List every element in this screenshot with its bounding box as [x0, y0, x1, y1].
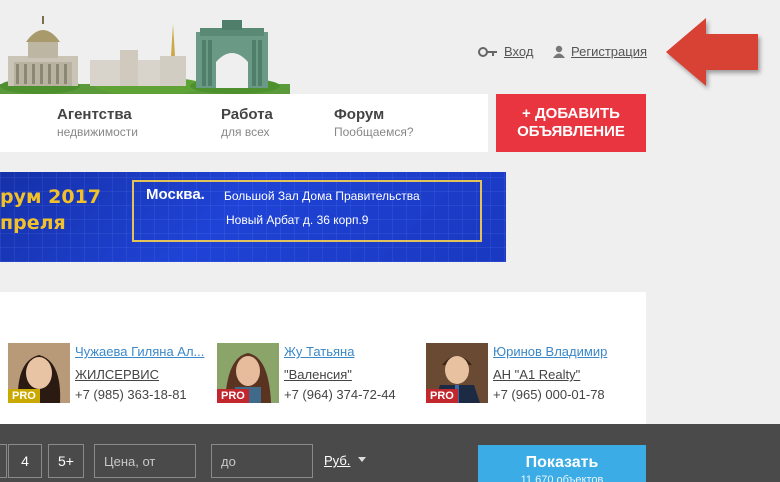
main-nav: Агентства недвижимости Работа для всех Ф…: [0, 94, 488, 152]
show-results-button[interactable]: Показать 11 670 объектов: [478, 445, 646, 482]
price-from-input[interactable]: [94, 444, 196, 478]
nav-title: Форум: [334, 106, 385, 123]
nav-title: Агентства: [57, 106, 132, 123]
user-icon: [553, 45, 565, 58]
banner-title-line1: рум 2017: [0, 186, 102, 208]
nav-item-agencies[interactable]: Агентства недвижимости: [57, 106, 138, 139]
agent-company-link[interactable]: ЖИЛСЕРВИС: [75, 367, 159, 382]
agent-phone: +7 (964) 374-72-44: [284, 387, 396, 402]
agent-phone: +7 (965) 000-01-78: [493, 387, 605, 402]
agent-company-link[interactable]: АН "А1 Realty": [493, 367, 580, 382]
pro-badge: PRO: [426, 389, 458, 403]
agent-avatar[interactable]: PRO: [426, 343, 488, 403]
pro-badge: PRO: [8, 389, 40, 403]
chevron-down-icon[interactable]: [358, 457, 366, 462]
show-results-count: 11 670 объектов: [520, 474, 604, 482]
banner-place: Большой Зал Дома Правительства: [224, 189, 420, 203]
room-option-4[interactable]: 4: [8, 444, 42, 478]
add-listing-button[interactable]: + ДОБАВИТЬ ОБЪЯВЛЕНИЕ: [496, 94, 646, 152]
login-label[interactable]: Вход: [504, 44, 533, 59]
add-listing-line1: + ДОБАВИТЬ: [522, 105, 620, 122]
key-icon: [478, 46, 497, 57]
banner-title-line2: преля: [0, 212, 66, 234]
nav-title: Работа: [221, 106, 273, 123]
register-link[interactable]: Регистрация: [553, 44, 647, 59]
agent-avatar[interactable]: PRO: [8, 343, 70, 403]
forum-banner[interactable]: рум 2017 преля Москва. Большой Зал Дома …: [0, 172, 506, 262]
add-listing-line2: ОБЪЯВЛЕНИЕ: [517, 123, 625, 140]
price-to-input[interactable]: [211, 444, 313, 478]
agent-name-link[interactable]: Чужаева Гиляна Ал...: [75, 344, 215, 359]
search-filter-bar: 4 5+ Руб.: [0, 424, 780, 482]
agent-name-link[interactable]: Юринов Владимир: [493, 344, 633, 359]
arrow-pointer-icon: [666, 18, 758, 86]
agents-panel: PRO Чужаева Гиляна Ал... ЖИЛСЕРВИС +7 (9…: [0, 292, 646, 424]
banner-address: Новый Арбат д. 36 корп.9: [226, 213, 369, 227]
agent-name-link[interactable]: Жу Татьяна: [284, 344, 424, 359]
nav-item-jobs[interactable]: Работа для всех: [221, 106, 273, 139]
room-option-partial[interactable]: [0, 444, 7, 478]
register-label[interactable]: Регистрация: [571, 44, 647, 59]
header-skyline-image: [0, 16, 290, 94]
room-option-5plus[interactable]: 5+: [48, 444, 84, 478]
show-results-label: Показать: [525, 454, 599, 471]
currency-select[interactable]: Руб.: [324, 453, 350, 468]
agent-company-link[interactable]: "Валенсия": [284, 367, 352, 382]
nav-subtitle: для всех: [221, 125, 270, 139]
banner-city: Москва.: [146, 186, 205, 203]
nav-subtitle: Пообщаемся?: [334, 125, 414, 139]
nav-item-forum[interactable]: Форум Пообщаемся?: [334, 106, 414, 139]
pro-badge: PRO: [217, 389, 249, 403]
nav-subtitle: недвижимости: [57, 125, 138, 139]
login-link[interactable]: Вход: [478, 44, 533, 59]
agent-phone: +7 (985) 363-18-81: [75, 387, 187, 402]
agent-avatar[interactable]: PRO: [217, 343, 279, 403]
